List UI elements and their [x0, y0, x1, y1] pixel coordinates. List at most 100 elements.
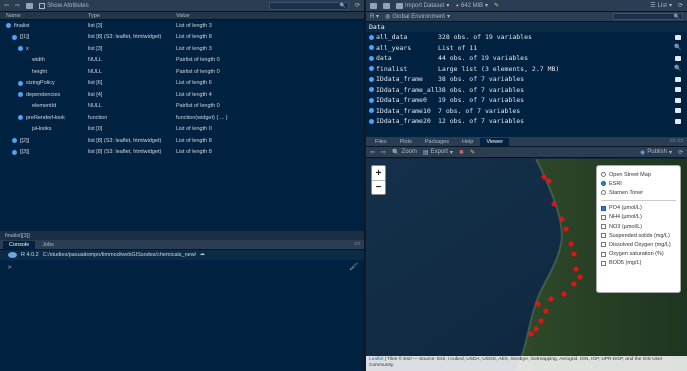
import-dataset-button[interactable]: Import Dataset ▾ — [396, 2, 449, 9]
expand-object-icon[interactable] — [369, 45, 374, 51]
table-view-icon[interactable] — [675, 34, 681, 40]
view-mode-dropdown[interactable]: ☰ List ▾ — [650, 2, 672, 10]
base-layer-radio[interactable] — [601, 190, 606, 196]
base-layer-radio[interactable] — [601, 181, 606, 187]
expand-object-icon[interactable] — [369, 34, 374, 40]
viewer-brush-icon[interactable]: ✎ — [470, 149, 475, 156]
object-tree-row[interactable]: sizingPolicy list [6] List of length 6 — [0, 78, 364, 90]
leaflet-link[interactable]: Leaflet — [369, 357, 383, 362]
base-layer-option[interactable]: ESRI — [601, 179, 676, 188]
expand-node-icon[interactable] — [12, 149, 17, 155]
table-view-icon[interactable] — [675, 97, 681, 103]
object-tree-row[interactable]: jsHooks list [0] List of length 0 — [0, 124, 364, 136]
refresh-icon[interactable]: ⟳ — [355, 2, 360, 9]
environment-dropdown[interactable]: ◍ Global Environment ▾ — [385, 13, 450, 21]
object-tree-row[interactable]: [[3]] list [8] (S3: leaflet, htmlwidget) L… — [0, 147, 364, 159]
overlay-option[interactable]: Suspended solids (mg/L) — [601, 231, 676, 240]
table-view-icon[interactable] — [675, 55, 681, 61]
publish-button[interactable]: ◉ Publish ▾ — [640, 149, 672, 156]
export-button[interactable]: ▤ Export ▾ — [423, 149, 453, 156]
overlay-checkbox[interactable] — [601, 224, 606, 230]
environment-item[interactable]: IDdata_frame10 7 obs. of 7 variables — [366, 106, 687, 117]
env-refresh-icon[interactable]: ⟳ — [678, 2, 683, 9]
console-input[interactable]: > — [0, 260, 364, 271]
overlay-checkbox[interactable] — [601, 260, 606, 266]
tab-plots[interactable]: Plots — [394, 138, 418, 146]
leaflet-map[interactable]: + − Open Street Map ESRI Stamen Toner PO4 (… — [366, 159, 687, 371]
sampling-site-marker[interactable] — [568, 241, 574, 247]
expand-node-icon[interactable] — [18, 92, 23, 98]
column-header-name[interactable]: Name — [0, 13, 88, 19]
go-to-directory-icon[interactable]: ➦ — [200, 252, 205, 258]
expand-node-icon[interactable] — [6, 23, 11, 29]
maximize-icon[interactable]: ▭ — [354, 240, 360, 247]
language-dropdown[interactable]: R ▾ — [370, 13, 379, 20]
object-tree-row[interactable]: finalist list [3] List of length 3 — [0, 20, 364, 32]
sampling-site-marker[interactable] — [571, 281, 577, 287]
expand-node-icon[interactable] — [12, 138, 17, 144]
expand-object-icon[interactable] — [369, 108, 374, 114]
viewer-clear-icon[interactable]: ✖ — [459, 149, 464, 156]
object-tree-row[interactable]: width NULL Pairlist of length 0 — [0, 55, 364, 67]
source-icon[interactable] — [26, 2, 34, 9]
environment-search-input[interactable]: 🔍 — [613, 13, 683, 20]
environment-item[interactable]: IDdata_frame0 19 obs. of 7 variables — [366, 95, 687, 106]
object-tree-row[interactable]: x list [3] List of length 3 — [0, 43, 364, 55]
object-tree-row[interactable]: [[2]] list [8] (S3: leaflet, htmlwidget) L… — [0, 135, 364, 147]
tab-files[interactable]: Files — [369, 138, 393, 146]
zoom-in-button[interactable]: + — [372, 166, 385, 180]
base-layer-option[interactable]: Open Street Map — [601, 170, 676, 179]
tab-help[interactable]: Help — [456, 138, 479, 146]
sampling-site-marker[interactable] — [528, 331, 534, 337]
memory-usage-button[interactable]: ◕ 642 MiB ▾ — [455, 2, 488, 10]
sampling-site-marker[interactable] — [543, 308, 549, 314]
sampling-site-marker[interactable] — [573, 266, 579, 272]
zoom-button[interactable]: 🔍 Zoom — [392, 149, 417, 156]
show-attributes-toggle[interactable]: Show Attributes — [39, 2, 89, 9]
show-attributes-checkbox[interactable] — [39, 2, 46, 9]
tab-console[interactable]: Console — [3, 241, 36, 249]
environment-item[interactable]: IDdata_frame20 12 obs. of 7 variables — [366, 116, 687, 127]
overlay-checkbox[interactable] — [601, 242, 606, 248]
sampling-site-marker[interactable] — [577, 274, 583, 280]
table-view-icon[interactable] — [675, 108, 681, 114]
base-layer-radio[interactable] — [601, 172, 606, 178]
column-header-type[interactable]: Type — [88, 13, 176, 19]
overlay-option[interactable]: NO3 (µmol/L) — [601, 222, 676, 231]
sampling-site-marker[interactable] — [561, 291, 567, 297]
environment-item[interactable]: all_data 328 obs. of 19 variables — [366, 32, 687, 43]
expand-node-icon[interactable] — [18, 115, 23, 121]
viewer-forward-icon[interactable]: ⇨ — [381, 149, 386, 156]
sampling-site-marker[interactable] — [548, 296, 554, 302]
environment-item[interactable]: finalist Large list (3 elements, 2.7 MB) 🔍 — [366, 64, 687, 75]
overlay-option[interactable]: BOD5 (mg/L) — [601, 259, 676, 268]
sampling-site-marker[interactable] — [533, 326, 539, 332]
zoom-out-button[interactable]: − — [372, 180, 385, 194]
overlay-option[interactable]: NH4 (µmol/L) — [601, 213, 676, 222]
expand-node-icon[interactable] — [18, 46, 23, 52]
back-arrow-icon[interactable]: ⇦ — [4, 2, 9, 9]
sampling-site-marker[interactable] — [538, 318, 544, 324]
object-tree-row[interactable]: preRenderHook function function(widget) { … — [0, 112, 364, 124]
inspect-icon[interactable]: 🔍 — [674, 65, 681, 72]
tab-viewer[interactable]: Viewer — [480, 138, 510, 146]
overlay-checkbox[interactable] — [601, 251, 606, 257]
sampling-site-marker[interactable] — [546, 178, 552, 184]
viewer-back-icon[interactable]: ⇦ — [370, 149, 375, 156]
table-view-icon[interactable] — [675, 118, 681, 124]
expand-node-icon[interactable] — [18, 80, 23, 86]
sampling-site-marker[interactable] — [535, 301, 541, 307]
overlay-option[interactable]: Dissolved Oxygen (mg/L) — [601, 240, 676, 249]
object-tree-row[interactable]: dependencies list [4] List of length 4 — [0, 89, 364, 101]
save-workspace-icon[interactable] — [383, 2, 390, 9]
object-search-input[interactable]: 🔍 — [268, 1, 349, 10]
environment-item[interactable]: data 44 obs. of 19 variables — [366, 53, 687, 64]
table-view-icon[interactable] — [675, 87, 681, 93]
environment-item[interactable]: IDdata_frame_all 38 obs. of 7 variables — [366, 85, 687, 96]
overlay-checkbox[interactable] — [601, 233, 606, 239]
sampling-site-marker[interactable] — [571, 251, 577, 257]
viewer-window-controls-icon[interactable]: ▭ ▭ — [670, 137, 683, 144]
expand-object-icon[interactable] — [369, 55, 374, 61]
base-layer-option[interactable]: Stamen Toner — [601, 188, 676, 197]
overlay-option[interactable]: Oxygen saturation (%) — [601, 250, 676, 259]
